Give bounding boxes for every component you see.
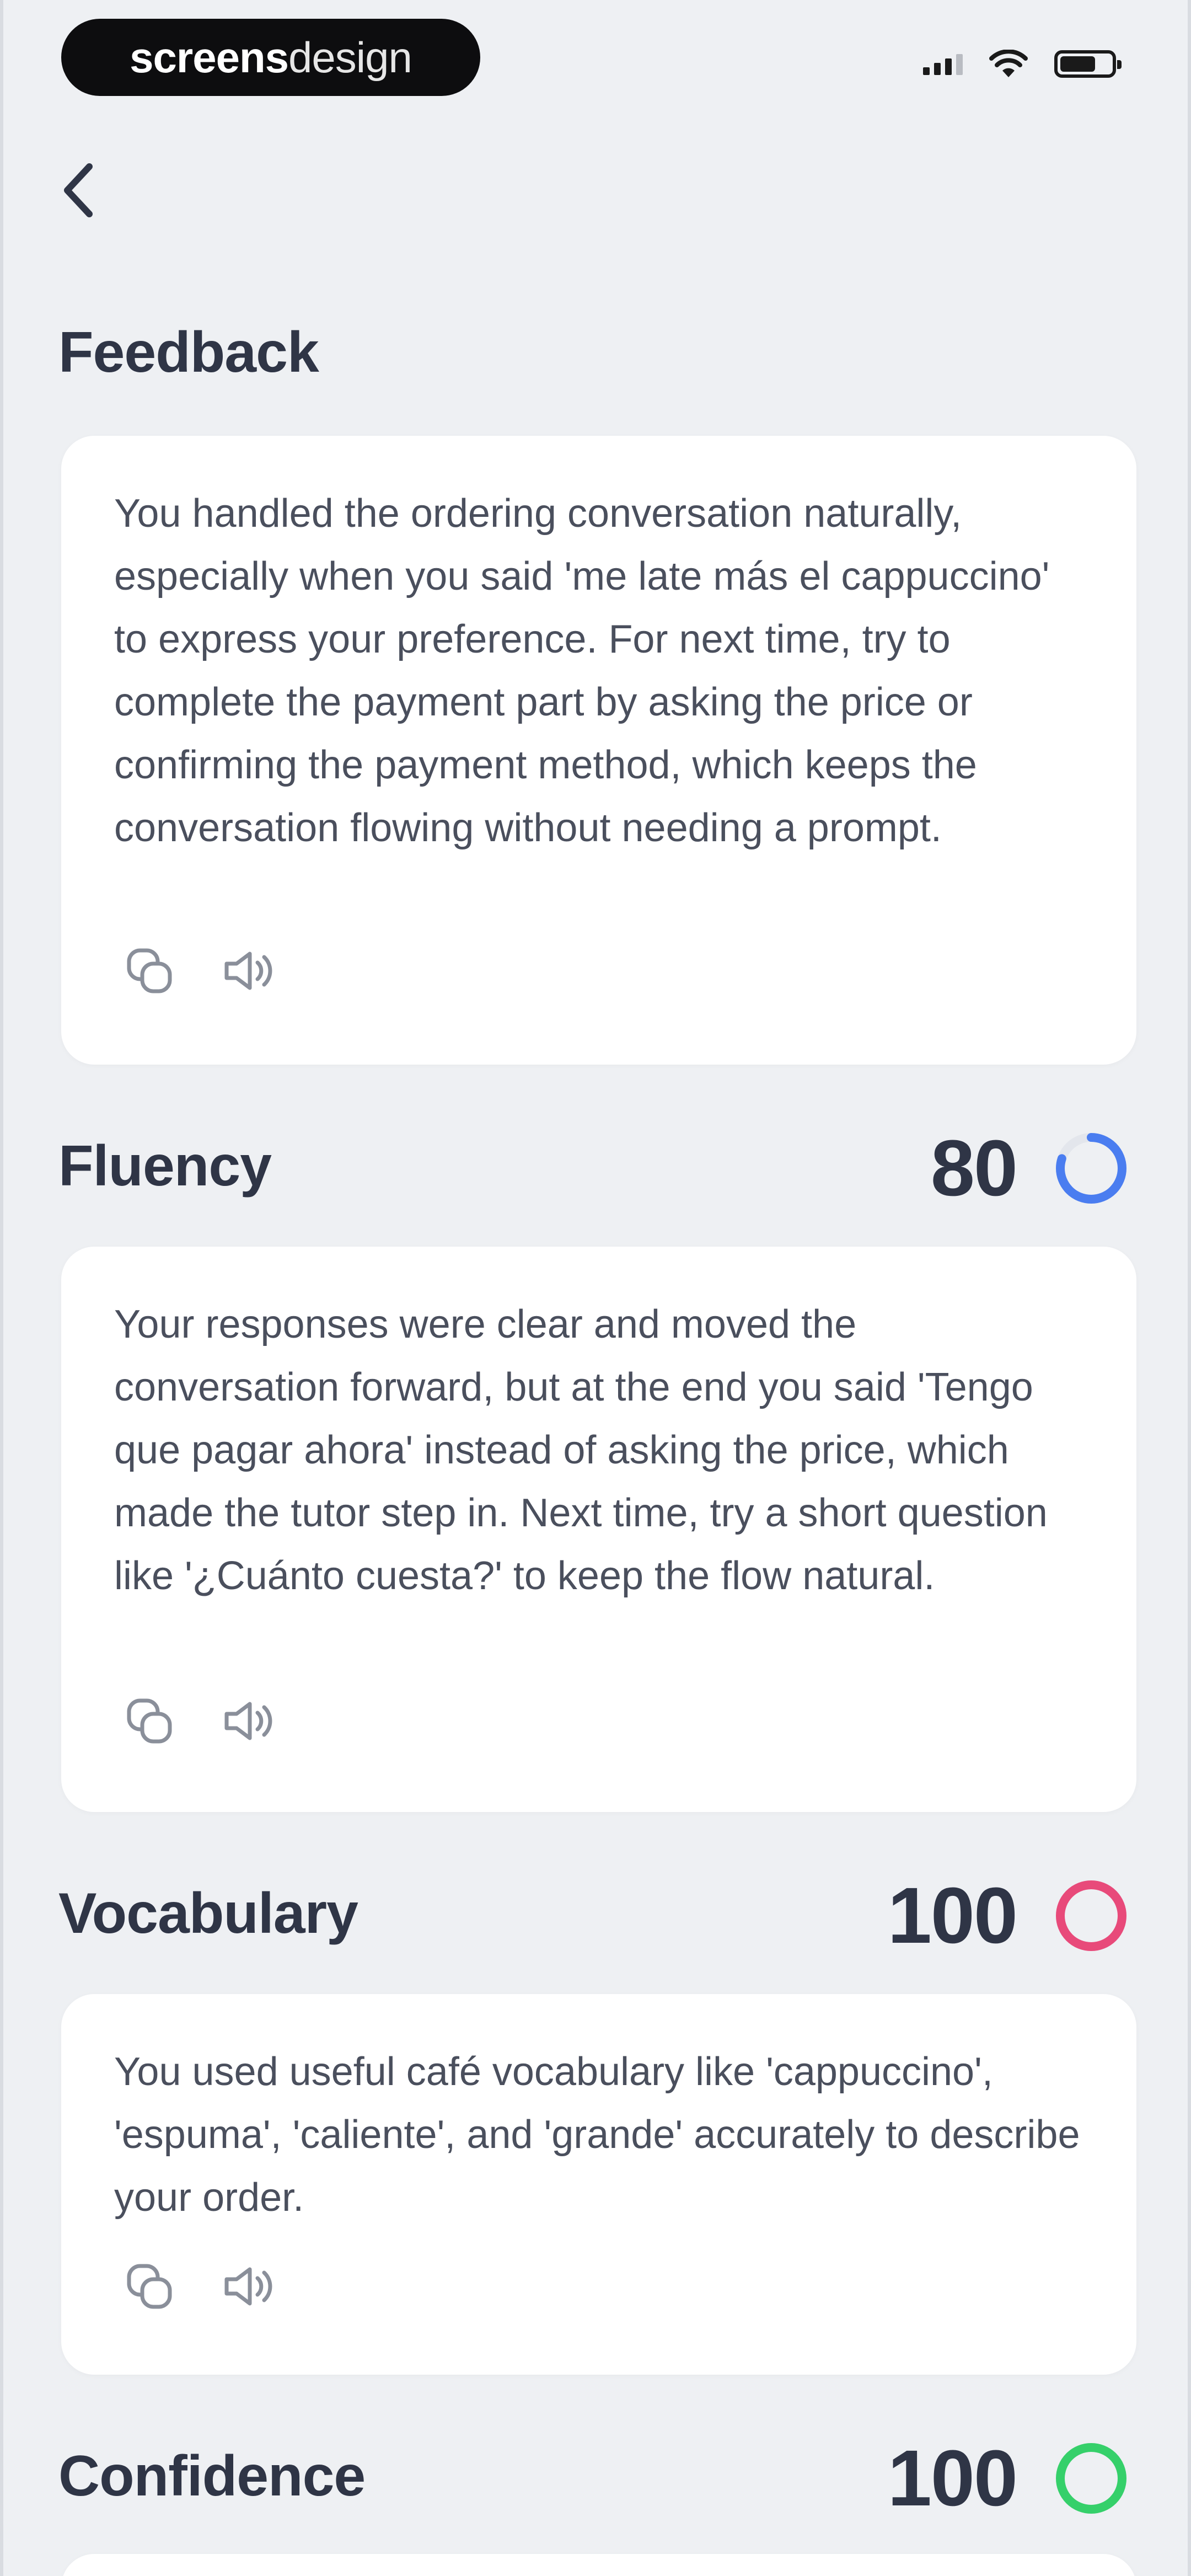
speaker-icon [224,2267,272,2306]
feedback-screen: screens design Feedback You handled the o… [0,0,1191,2576]
speaker-button[interactable] [221,943,276,998]
signal-icon [923,53,963,75]
fluency-title: Fluency [58,1134,272,1198]
speaker-icon [224,952,272,990]
brand-logo: screens design [61,19,480,96]
back-button[interactable] [58,149,119,232]
feedback-card: You handled the ordering conversation na… [61,436,1136,1065]
status-bar: screens design [3,17,1188,99]
status-icons [923,50,1122,78]
vocabulary-actions [122,2259,276,2314]
chevron-left-icon [64,163,93,217]
fluency-card: Your responses were clear and moved the … [61,1247,1136,1812]
battery-icon [1054,50,1122,78]
confidence-score-value: 100 [887,2434,1018,2522]
feedback-actions [122,943,276,998]
confidence-title: Confidence [58,2444,366,2508]
vocabulary-card: You used useful café vocabulary like 'ca… [61,1994,1136,2375]
wifi-icon [989,50,1028,77]
brand-light: design [288,33,412,82]
speaker-button[interactable] [221,2259,276,2314]
speaker-icon [224,1702,272,1740]
vocabulary-score: 100 [888,1870,1133,1962]
fluency-score: 80 [931,1123,1133,1214]
fluency-score-value: 80 [930,1124,1018,1212]
fluency-actions [122,1693,276,1749]
vocabulary-score-ring [1056,1880,1126,1951]
vocabulary-score-value: 100 [887,1871,1018,1960]
translate-button[interactable] [122,2259,177,2314]
confidence-card [61,2554,1136,2576]
translate-button[interactable] [122,1693,177,1749]
feedback-text: You handled the ordering conversation na… [114,491,1050,850]
confidence-score-ring [1056,2443,1126,2514]
brand-bold: screens [130,33,289,82]
fluency-score-ring [1056,1133,1126,1204]
vocabulary-text: You used useful café vocabulary like 'ca… [114,2050,1080,2220]
translate-icon [127,2264,172,2309]
speaker-button[interactable] [221,1693,276,1749]
confidence-score: 100 [888,2433,1133,2524]
feedback-title: Feedback [58,320,319,384]
translate-icon [127,948,172,993]
translate-icon [127,1698,172,1744]
vocabulary-title: Vocabulary [58,1882,358,1946]
translate-button[interactable] [122,943,177,998]
fluency-text: Your responses were clear and moved the … [114,1302,1048,1598]
